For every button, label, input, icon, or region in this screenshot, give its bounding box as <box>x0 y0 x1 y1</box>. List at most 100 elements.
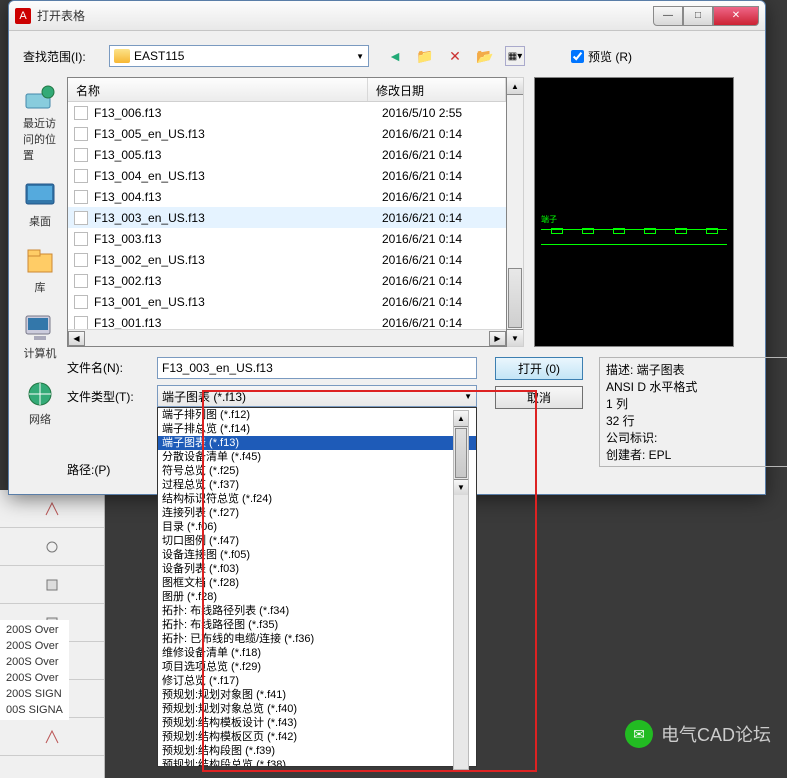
file-row[interactable]: F13_001.f132016/6/21 0:14 <box>68 312 506 329</box>
preview-checkbox[interactable]: 预览 (R) <box>571 48 651 65</box>
filetype-option[interactable]: 预规划:规划对象图 (*.f41) <box>158 688 476 702</box>
shortcut-libraries[interactable]: 库 <box>23 247 57 295</box>
file-icon <box>74 274 88 288</box>
filetype-option[interactable]: 拓扑: 已布线的电缆/连接 (*.f36) <box>158 632 476 646</box>
filename-input[interactable] <box>157 357 477 379</box>
shortcut-recent[interactable]: 最近访问的位置 <box>23 83 57 163</box>
app-icon: A <box>15 8 31 24</box>
libraries-icon <box>23 247 57 277</box>
bg-tool <box>0 490 104 528</box>
filetype-option[interactable]: 符号总览 (*.f25) <box>158 464 476 478</box>
file-row[interactable]: F13_003_en_US.f132016/6/21 0:14 <box>68 207 506 228</box>
vscrollbar[interactable]: ▲ ▼ <box>507 77 524 347</box>
scroll-down-icon[interactable]: ▼ <box>507 329 523 346</box>
filetype-option[interactable]: 图框文档 (*.f28) <box>158 576 476 590</box>
scroll-left-icon[interactable]: ◀ <box>68 331 85 346</box>
chevron-down-icon: ▼ <box>356 52 364 61</box>
file-icon <box>74 127 88 141</box>
filetype-option[interactable]: 拓扑: 布线路径列表 (*.f34) <box>158 604 476 618</box>
lookin-value: EAST115 <box>134 49 352 63</box>
scroll-thumb[interactable] <box>508 268 522 328</box>
open-table-dialog: A 打开表格 — □ ✕ 查找范围(I): EAST115 ▼ ◄ 📁 ✕ 📂 … <box>8 0 766 495</box>
watermark: ✉ 电气CAD论坛 <box>625 720 771 748</box>
preview-info: 描述: 端子图表ANSI D 水平格式1 列32 行公司标识:创建者: EPL <box>599 357 787 467</box>
file-row[interactable]: F13_003.f132016/6/21 0:14 <box>68 228 506 249</box>
filetype-option[interactable]: 项目选项总览 (*.f29) <box>158 660 476 674</box>
filetype-option[interactable]: 设备列表 (*.f03) <box>158 562 476 576</box>
file-icon <box>74 148 88 162</box>
bg-tool <box>0 566 104 604</box>
delete-icon[interactable]: ✕ <box>445 46 465 66</box>
shortcut-desktop[interactable]: 桌面 <box>23 181 57 229</box>
scroll-up-icon[interactable]: ▲ <box>507 78 523 95</box>
file-icon <box>74 211 88 225</box>
file-icon <box>74 316 88 330</box>
filetype-option[interactable]: 分散设备清单 (*.f45) <box>158 450 476 464</box>
file-row[interactable]: F13_005_en_US.f132016/6/21 0:14 <box>68 123 506 144</box>
col-date[interactable]: 修改日期 <box>368 78 506 101</box>
maximize-button[interactable]: □ <box>683 6 713 26</box>
filetype-option[interactable]: 连接列表 (*.f27) <box>158 506 476 520</box>
filetype-option[interactable]: 端子排总览 (*.f14) <box>158 422 476 436</box>
filetype-dropdown[interactable]: 端子排列图 (*.f12)端子排总览 (*.f14)端子图表 (*.f13)分散… <box>157 407 477 767</box>
filetype-option[interactable]: 目录 (*.f06) <box>158 520 476 534</box>
computer-icon <box>23 313 57 343</box>
new-folder-icon[interactable]: 📂 <box>475 46 495 66</box>
filetype-option[interactable]: 过程总览 (*.f37) <box>158 478 476 492</box>
titlebar[interactable]: A 打开表格 — □ ✕ <box>9 1 765 31</box>
preview-pane: 端子 <box>534 77 734 347</box>
file-row[interactable]: F13_004.f132016/6/21 0:14 <box>68 186 506 207</box>
lookin-label: 查找范围(I): <box>23 48 103 65</box>
file-icon <box>74 169 88 183</box>
scroll-right-icon[interactable]: ▶ <box>489 331 506 346</box>
wechat-icon: ✉ <box>625 720 653 748</box>
shortcut-computer[interactable]: 计算机 <box>23 313 57 361</box>
desktop-icon <box>23 181 57 211</box>
filetype-option[interactable]: 切口图例 (*.f47) <box>158 534 476 548</box>
shortcut-network[interactable]: 网络 <box>23 379 57 427</box>
bg-text-rows: 200S Over200S Over200S Over 200S Over200… <box>0 620 69 720</box>
file-row[interactable]: F13_002.f132016/6/21 0:14 <box>68 270 506 291</box>
file-list[interactable]: 名称 修改日期 F13_006.f132016/5/10 2:55F13_005… <box>67 77 507 347</box>
filetype-option[interactable]: 预规划:结构模板区页 (*.f42) <box>158 730 476 744</box>
filetype-option[interactable]: 图册 (*.f28) <box>158 590 476 604</box>
back-icon[interactable]: ◄ <box>385 46 405 66</box>
filename-label: 文件名(N): <box>67 359 147 376</box>
filetype-option[interactable]: 设备连接图 (*.f05) <box>158 548 476 562</box>
filetype-option[interactable]: 预规划:结构段总览 (*.f38) <box>158 758 476 767</box>
file-list-header[interactable]: 名称 修改日期 <box>68 78 506 102</box>
minimize-button[interactable]: — <box>653 6 683 26</box>
filetype-option[interactable]: 预规划:结构模板设计 (*.f43) <box>158 716 476 730</box>
dropdown-scrollbar[interactable]: ▲ ▼ <box>453 410 469 770</box>
file-row[interactable]: F13_001_en_US.f132016/6/21 0:14 <box>68 291 506 312</box>
file-row[interactable]: F13_005.f132016/6/21 0:14 <box>68 144 506 165</box>
hscrollbar[interactable]: ◀ ▶ <box>68 329 506 346</box>
shortcuts-panel: 最近访问的位置 桌面 库 计算机 网络 <box>23 77 57 478</box>
file-icon <box>74 106 88 120</box>
file-row[interactable]: F13_006.f132016/5/10 2:55 <box>68 102 506 123</box>
file-icon <box>74 190 88 204</box>
open-button[interactable]: 打开 (0) <box>495 357 583 380</box>
lookin-combo[interactable]: EAST115 ▼ <box>109 45 369 67</box>
close-button[interactable]: ✕ <box>713 6 759 26</box>
file-row[interactable]: F13_004_en_US.f132016/6/21 0:14 <box>68 165 506 186</box>
filetype-option[interactable]: 预规划:规划对象总览 (*.f40) <box>158 702 476 716</box>
filetype-option[interactable]: 修订总览 (*.f17) <box>158 674 476 688</box>
filetype-option[interactable]: 维修设备清单 (*.f18) <box>158 646 476 660</box>
filetype-option[interactable]: 结构标识符总览 (*.f24) <box>158 492 476 506</box>
filetype-option[interactable]: 拓扑: 布线路径图 (*.f35) <box>158 618 476 632</box>
file-icon <box>74 232 88 246</box>
path-label: 路径:(P) <box>67 461 147 478</box>
view-mode-icon[interactable]: ▦▾ <box>505 46 525 66</box>
preview-check-input[interactable] <box>571 50 584 63</box>
filetype-option[interactable]: 预规划:结构段图 (*.f39) <box>158 744 476 758</box>
folder-icon <box>114 49 130 63</box>
up-icon[interactable]: 📁 <box>415 46 435 66</box>
file-row[interactable]: F13_002_en_US.f132016/6/21 0:14 <box>68 249 506 270</box>
filetype-option[interactable]: 端子图表 (*.f13) <box>158 436 476 450</box>
filetype-combo[interactable]: 端子图表 (*.f13) ▼ <box>157 385 477 407</box>
chevron-down-icon: ▼ <box>464 392 472 401</box>
filetype-option[interactable]: 端子排列图 (*.f12) <box>158 408 476 422</box>
cancel-button[interactable]: 取消 <box>495 386 583 409</box>
col-name[interactable]: 名称 <box>68 78 368 101</box>
